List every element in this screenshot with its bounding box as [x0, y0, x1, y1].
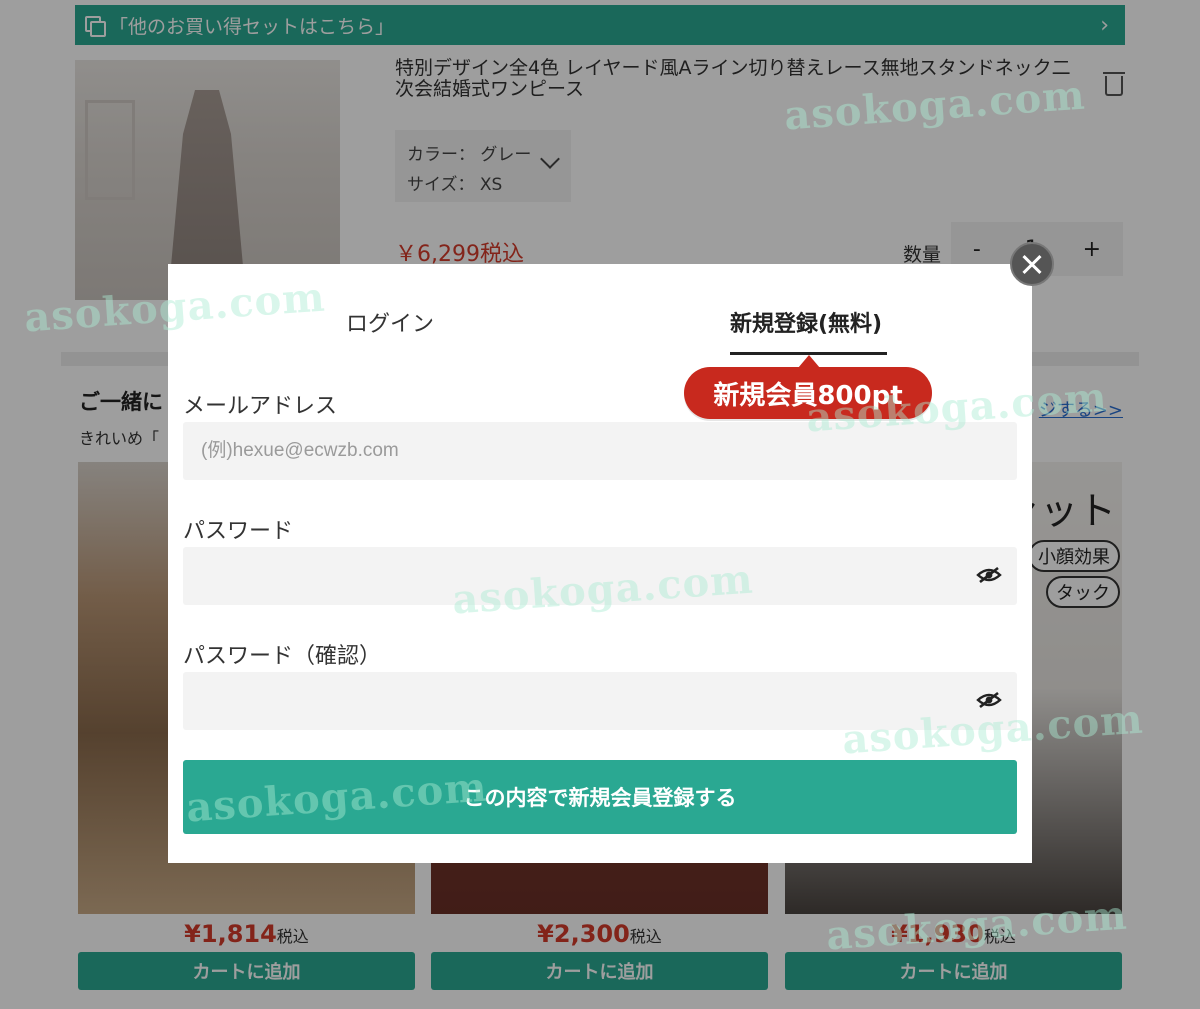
- password-confirm-label: パスワード（確認）: [183, 644, 382, 669]
- email-field[interactable]: [183, 422, 1017, 480]
- register-submit-button[interactable]: この内容で新規会員登録する: [183, 760, 1017, 834]
- email-label: メールアドレス: [183, 394, 338, 419]
- password-field[interactable]: [183, 547, 1017, 605]
- password-confirm-field[interactable]: [183, 672, 1017, 730]
- eye-off-icon[interactable]: [976, 567, 1002, 583]
- new-member-points-badge: 新規会員800pt: [684, 355, 932, 419]
- close-icon[interactable]: [1010, 242, 1054, 286]
- register-modal: ログイン 新規登録(無料) 新規会員800pt メールアドレス パスワード パス…: [168, 264, 1032, 863]
- tab-login[interactable]: ログイン: [346, 306, 434, 338]
- eye-off-icon[interactable]: [976, 692, 1002, 708]
- password-label: パスワード: [183, 519, 294, 544]
- tab-register[interactable]: 新規登録(無料): [730, 306, 882, 338]
